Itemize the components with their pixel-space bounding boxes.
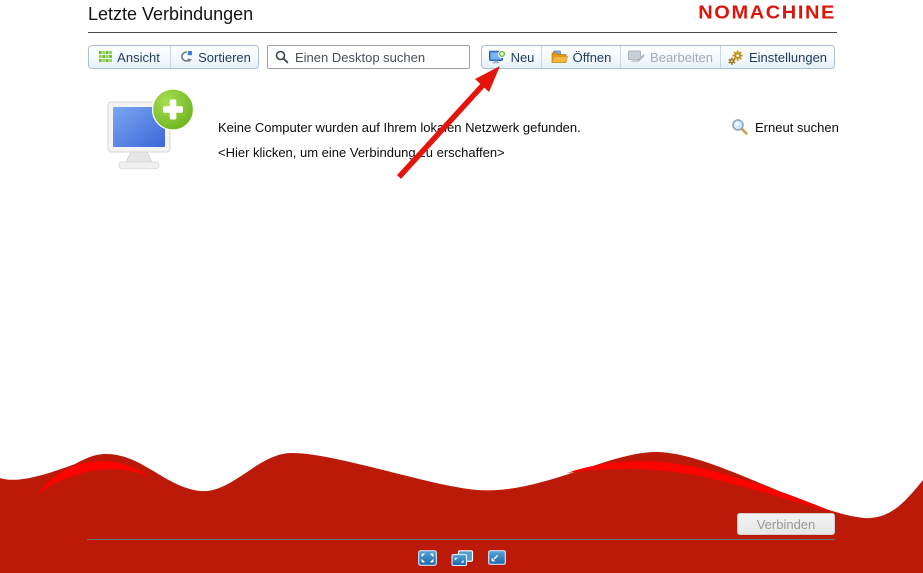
open-button-label: Öffnen xyxy=(573,50,612,65)
new-button[interactable]: Neu xyxy=(482,46,542,68)
gears-icon xyxy=(728,50,744,65)
header-divider xyxy=(88,32,837,33)
fullscreen-icon[interactable] xyxy=(418,550,437,566)
rescan-button[interactable]: Erneut suchen xyxy=(731,118,839,136)
create-connection-hint[interactable]: <Hier klicken, um eine Verbindung zu ers… xyxy=(218,145,505,160)
connect-button-label: Verbinden xyxy=(757,517,816,532)
edit-icon xyxy=(628,50,645,64)
sort-icon xyxy=(178,50,193,64)
settings-button[interactable]: Einstellungen xyxy=(721,46,834,68)
open-folder-icon xyxy=(551,50,568,64)
magnifier-icon xyxy=(731,118,749,136)
search-box xyxy=(267,45,470,69)
empty-state-message: Keine Computer wurden auf Ihrem lokalen … xyxy=(218,120,581,135)
view-button-label: Ansicht xyxy=(117,50,160,65)
search-input[interactable] xyxy=(267,45,470,69)
new-button-label: Neu xyxy=(511,50,535,65)
new-connection-icon xyxy=(489,50,506,65)
open-button[interactable]: Öffnen xyxy=(542,46,621,68)
view-button[interactable]: Ansicht xyxy=(89,46,171,68)
view-grid-icon xyxy=(99,51,112,63)
nomachine-logo: NOMACHINE xyxy=(698,3,836,24)
connect-button[interactable]: Verbinden xyxy=(737,513,835,535)
footer-divider xyxy=(87,539,835,540)
nomachine-window: Letzte Verbindungen NOMACHINE Ansicht So… xyxy=(0,0,923,573)
windowed-icon[interactable] xyxy=(488,550,506,565)
multi-window-icon[interactable] xyxy=(451,550,474,567)
footer-dock xyxy=(418,550,506,567)
toolbar-right-group: Neu Öffnen Bearbeiten xyxy=(481,45,835,69)
toolbar-left-group: Ansicht Sortieren xyxy=(88,45,259,69)
page-title: Letzte Verbindungen xyxy=(88,4,253,25)
rescan-label: Erneut suchen xyxy=(755,120,839,135)
sort-button-label: Sortieren xyxy=(198,50,251,65)
computer-add-icon[interactable] xyxy=(104,87,196,172)
sort-button[interactable]: Sortieren xyxy=(171,46,258,68)
edit-button-label: Bearbeiten xyxy=(650,50,713,65)
settings-button-label: Einstellungen xyxy=(749,50,827,65)
edit-button[interactable]: Bearbeiten xyxy=(621,46,721,68)
